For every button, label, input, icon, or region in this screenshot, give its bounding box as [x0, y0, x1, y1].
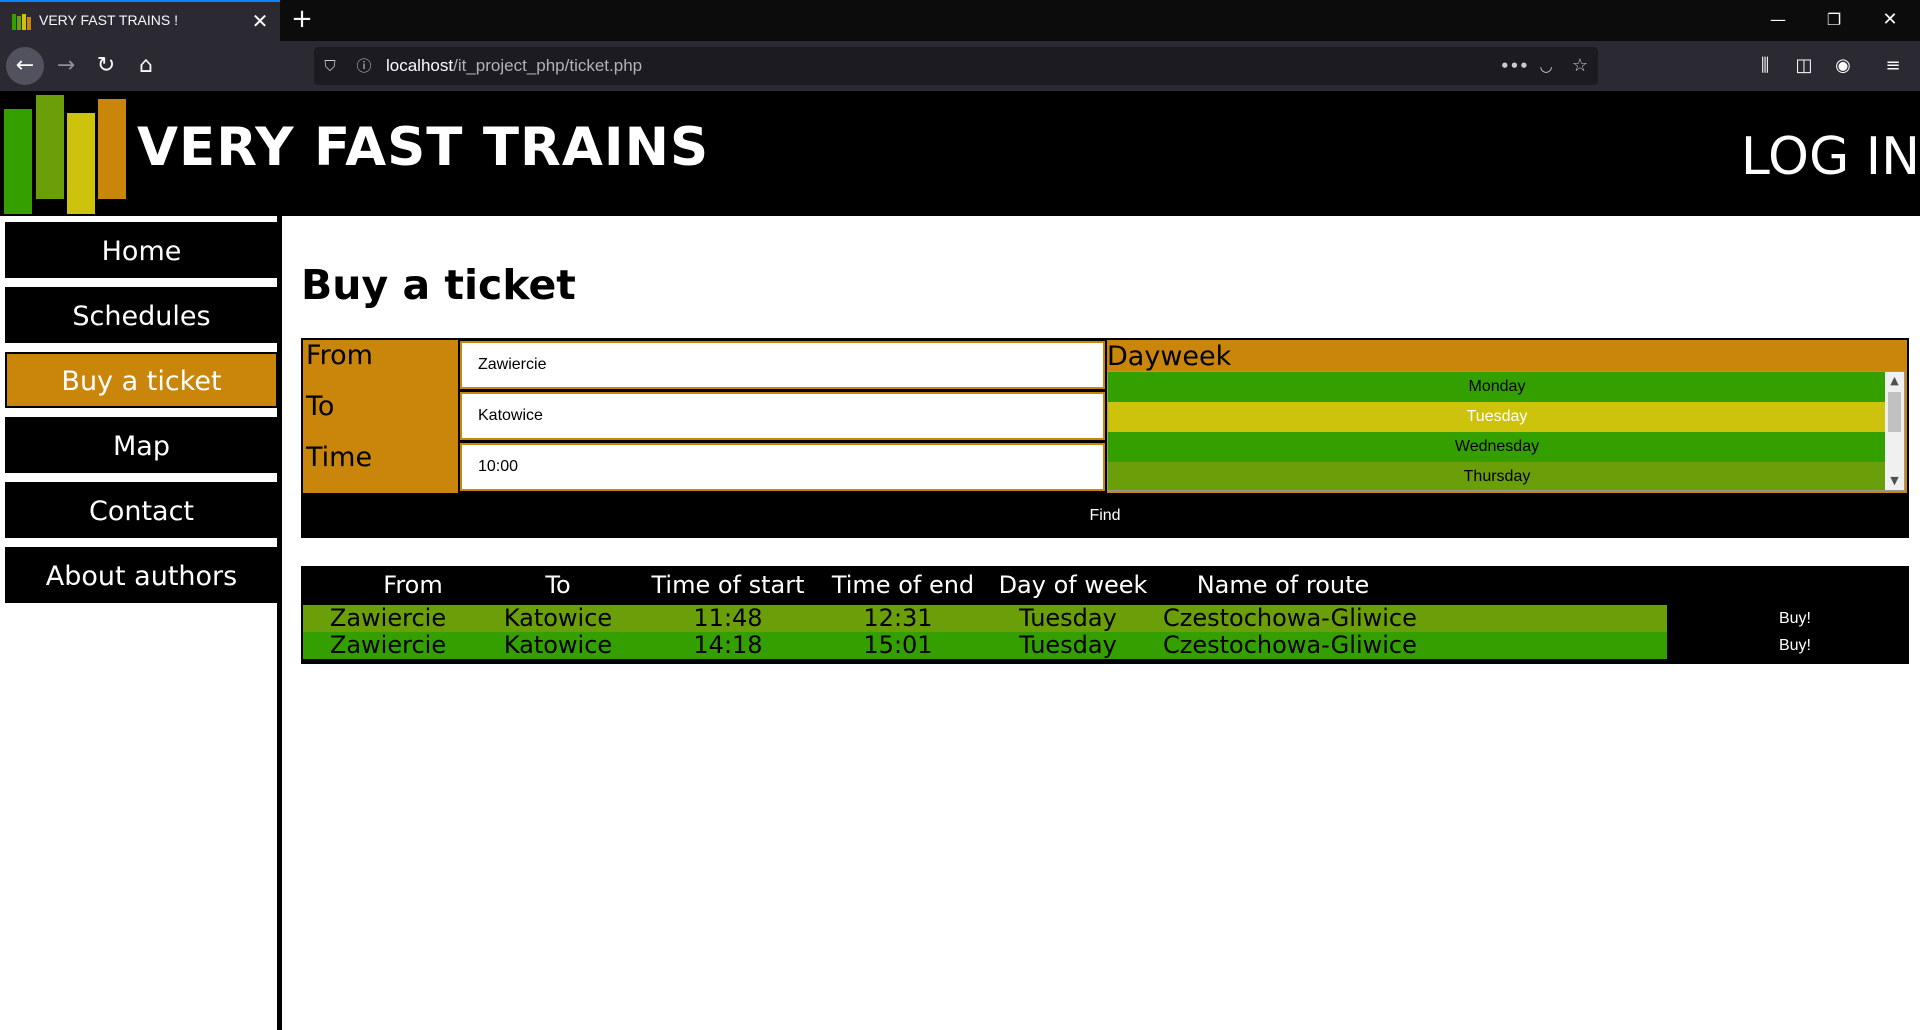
sidebar-item-map[interactable]: Map — [5, 417, 278, 473]
page-title: Buy a ticket — [301, 261, 576, 309]
close-window-icon[interactable]: ✕ — [1862, 0, 1918, 41]
library-icon[interactable]: ⫼ — [1752, 53, 1778, 79]
logo-bar-2 — [36, 95, 64, 199]
reload-icon[interactable]: ↻ — [87, 47, 125, 85]
dayweek-scrollbar[interactable]: ▲ ▼ — [1885, 372, 1904, 490]
cell-day: Tuesday — [1019, 604, 1117, 632]
close-tab-icon[interactable]: ✕ — [248, 9, 272, 33]
to-label: To — [306, 391, 335, 422]
main-content: Buy a ticket From To Time Zawiercie Kato… — [287, 216, 1920, 1030]
find-button[interactable]: Find — [301, 493, 1909, 538]
day-option-wednesday[interactable]: Wednesday — [1108, 432, 1886, 462]
sidebar-item-about-authors[interactable]: About authors — [5, 547, 278, 603]
sidebar-item-schedules[interactable]: Schedules — [5, 287, 278, 343]
time-input[interactable]: 10:00 — [460, 443, 1105, 491]
table-row: Zawiercie Katowice 11:48 12:31 Tuesday C… — [303, 605, 1667, 632]
cell-route: Czestochowa-Gliwice — [1163, 631, 1417, 659]
header-to: To — [545, 571, 571, 599]
sidebar-item-buy-ticket[interactable]: Buy a ticket — [5, 352, 278, 408]
cell-to: Katowice — [503, 604, 613, 632]
time-label: Time — [306, 442, 373, 473]
cell-from: Zawiercie — [329, 604, 447, 632]
home-icon[interactable]: ⌂ — [127, 47, 165, 85]
back-icon[interactable]: ← — [6, 47, 44, 85]
day-option-monday[interactable]: Monday — [1108, 372, 1886, 402]
ticket-search-form: From To Time Zawiercie Katowice 10:00 Da… — [301, 338, 1909, 493]
site-favicon-icon — [12, 14, 32, 30]
new-tab-icon[interactable]: + — [288, 6, 316, 34]
sidebar-item-home[interactable]: Home — [5, 222, 278, 278]
from-label: From — [306, 340, 373, 371]
scroll-down-icon[interactable]: ▼ — [1885, 472, 1904, 490]
login-link[interactable]: LOG IN — [1741, 127, 1920, 187]
sidebar-nav: Home Schedules Buy a ticket Map Contact … — [0, 216, 282, 1030]
header-time-end: Time of end — [831, 571, 975, 599]
header-from: From — [383, 571, 443, 599]
cell-to: Katowice — [503, 631, 613, 659]
cell-time-start: 11:48 — [693, 604, 763, 632]
site-info-icon[interactable]: ⓘ — [354, 56, 374, 76]
minimize-window-icon[interactable]: — — [1750, 0, 1806, 41]
to-input[interactable]: Katowice — [460, 392, 1105, 440]
url-bar[interactable]: ⛉ ⓘ localhost/it_project_php/ticket.php … — [314, 47, 1598, 85]
buy-button[interactable]: Buy! — [1725, 632, 1865, 659]
restore-window-icon[interactable]: ❐ — [1806, 0, 1862, 41]
cell-route: Czestochowa-Gliwice — [1163, 604, 1417, 632]
site-logo-icon — [4, 93, 126, 214]
browser-tab-strip: VERY FAST TRAINS ! ✕ + — ❐ ✕ — [0, 0, 1920, 41]
browser-tab[interactable]: VERY FAST TRAINS ! ✕ — [0, 0, 280, 41]
shield-icon[interactable]: ⛉ — [320, 56, 340, 76]
pocket-icon[interactable]: ◡ — [1536, 56, 1556, 76]
cell-time-end: 12:31 — [863, 604, 933, 632]
site-header: VERY FAST TRAINS LOG IN — [0, 91, 1920, 216]
url-text[interactable]: localhost/it_project_php/ticket.php — [386, 56, 642, 76]
header-day-of-week: Day of week — [998, 571, 1148, 599]
browser-nav-bar: ← → ↻ ⌂ ⛉ ⓘ localhost/it_project_php/tic… — [0, 41, 1920, 91]
dayweek-field: Dayweek Monday Tuesday Wednesday Thursda… — [1107, 340, 1907, 493]
results-table: From To Time of start Time of end Day of… — [301, 566, 1909, 664]
bookmark-star-icon[interactable]: ☆ — [1570, 56, 1590, 76]
tab-title: VERY FAST TRAINS ! — [39, 12, 179, 28]
buy-button[interactable]: Buy! — [1725, 605, 1865, 632]
cell-time-start: 14:18 — [693, 631, 763, 659]
table-row: Zawiercie Katowice 14:18 15:01 Tuesday C… — [303, 632, 1667, 659]
scroll-thumb[interactable] — [1888, 392, 1901, 432]
cell-day: Tuesday — [1019, 631, 1117, 659]
header-route-name: Name of route — [1196, 571, 1370, 599]
form-label-column: From To Time — [303, 340, 458, 493]
dayweek-label: Dayweek — [1107, 341, 1232, 372]
day-option-tuesday[interactable]: Tuesday — [1108, 402, 1886, 432]
page-actions-icon[interactable]: ••• — [1500, 56, 1529, 76]
scroll-up-icon[interactable]: ▲ — [1885, 372, 1904, 390]
account-icon[interactable]: ◉ — [1830, 53, 1856, 79]
cell-from: Zawiercie — [329, 631, 447, 659]
site-title: VERY FAST TRAINS — [137, 117, 710, 178]
logo-bar-1 — [4, 109, 32, 214]
header-time-start: Time of start — [651, 571, 805, 599]
logo-bar-4 — [98, 99, 126, 199]
logo-bar-3 — [67, 113, 95, 214]
menu-icon[interactable]: ≡ — [1880, 53, 1906, 79]
from-input[interactable]: Zawiercie — [460, 341, 1105, 389]
day-option-thursday[interactable]: Thursday — [1108, 462, 1886, 490]
forward-icon[interactable]: → — [47, 47, 85, 85]
dayweek-select[interactable]: Monday Tuesday Wednesday Thursday ▲ ▼ — [1107, 371, 1905, 491]
cell-time-end: 15:01 — [863, 631, 933, 659]
sidebar-item-contact[interactable]: Contact — [5, 482, 278, 538]
sidebar-toggle-icon[interactable]: ◫ — [1791, 53, 1817, 79]
